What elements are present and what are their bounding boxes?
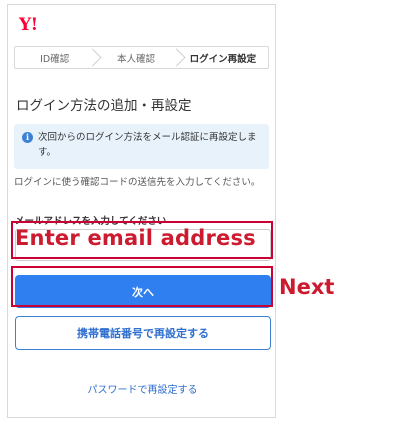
- step-label: 本人確認: [117, 53, 156, 65]
- info-text: 次回からのログイン方法をメール認証に再設定します。: [38, 132, 257, 158]
- step-label: ログイン再設定: [189, 53, 257, 65]
- description-text: ログインに使う確認コードの送信先を入力してください。: [14, 177, 261, 188]
- reset-with-phone-button[interactable]: 携帯電話番号で再設定する: [15, 316, 271, 350]
- page: Y! ID確認 本人確認 ログイン再設定 ログイン方法の追加・再設定 i 次回か…: [0, 0, 419, 422]
- next-annotation-label: Next: [279, 275, 335, 299]
- next-annotation-box: [11, 266, 273, 307]
- step-id-confirm: ID確認: [15, 47, 102, 68]
- yahoo-logo[interactable]: Y!: [19, 15, 38, 35]
- step-label: ID確認: [40, 53, 70, 65]
- info-notice: i 次回からのログイン方法をメール認証に再設定します。: [14, 124, 269, 169]
- info-icon: i: [22, 132, 33, 143]
- reset-with-password-link[interactable]: パスワードで再設定する: [8, 381, 277, 396]
- step-login-reset: ログイン再設定: [178, 47, 268, 68]
- page-title: ログイン方法の追加・再設定: [16, 98, 192, 114]
- login-reset-panel: Y! ID確認 本人確認 ログイン再設定 ログイン方法の追加・再設定 i 次回か…: [7, 4, 276, 418]
- step-identity-confirm: 本人確認: [94, 47, 186, 68]
- step-breadcrumb: ID確認 本人確認 ログイン再設定: [14, 46, 269, 69]
- email-annotation-label: Enter email address: [15, 226, 256, 250]
